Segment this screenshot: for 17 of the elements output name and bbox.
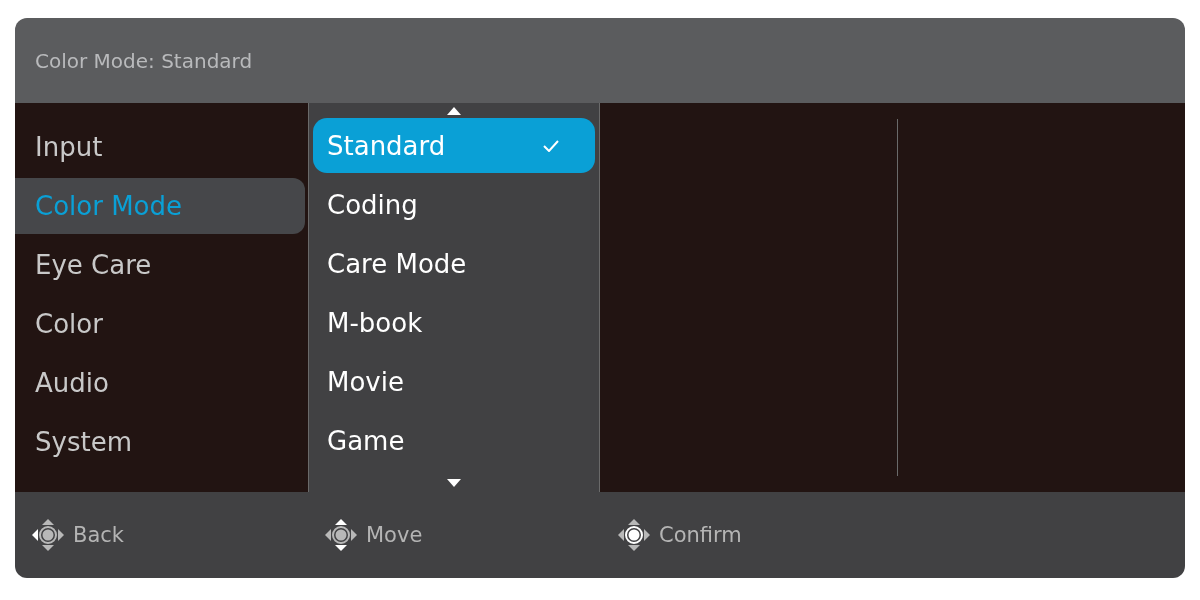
menu-item[interactable]: Audio [15,355,305,411]
hint-label: Back [73,523,124,547]
menu-item[interactable]: Color [15,296,305,352]
scroll-down-icon [447,479,461,487]
scroll-up-icon [447,107,461,115]
menu-item[interactable]: System [15,414,305,470]
hint-label: Confirm [659,523,742,547]
check-icon [543,139,559,152]
menu-item[interactable]: Input [15,119,305,175]
submenu-item[interactable]: Movie [313,354,595,409]
submenu-item[interactable]: M-book [313,295,595,350]
submenu-item[interactable]: Coding [313,177,595,232]
menu-item[interactable]: Eye Care [15,237,305,293]
header-title: Color Mode: Standard [35,48,253,73]
submenu-item[interactable]: Care Mode [313,236,595,291]
submenu-item[interactable]: Game [313,413,595,468]
hint-label: Move [366,523,423,547]
